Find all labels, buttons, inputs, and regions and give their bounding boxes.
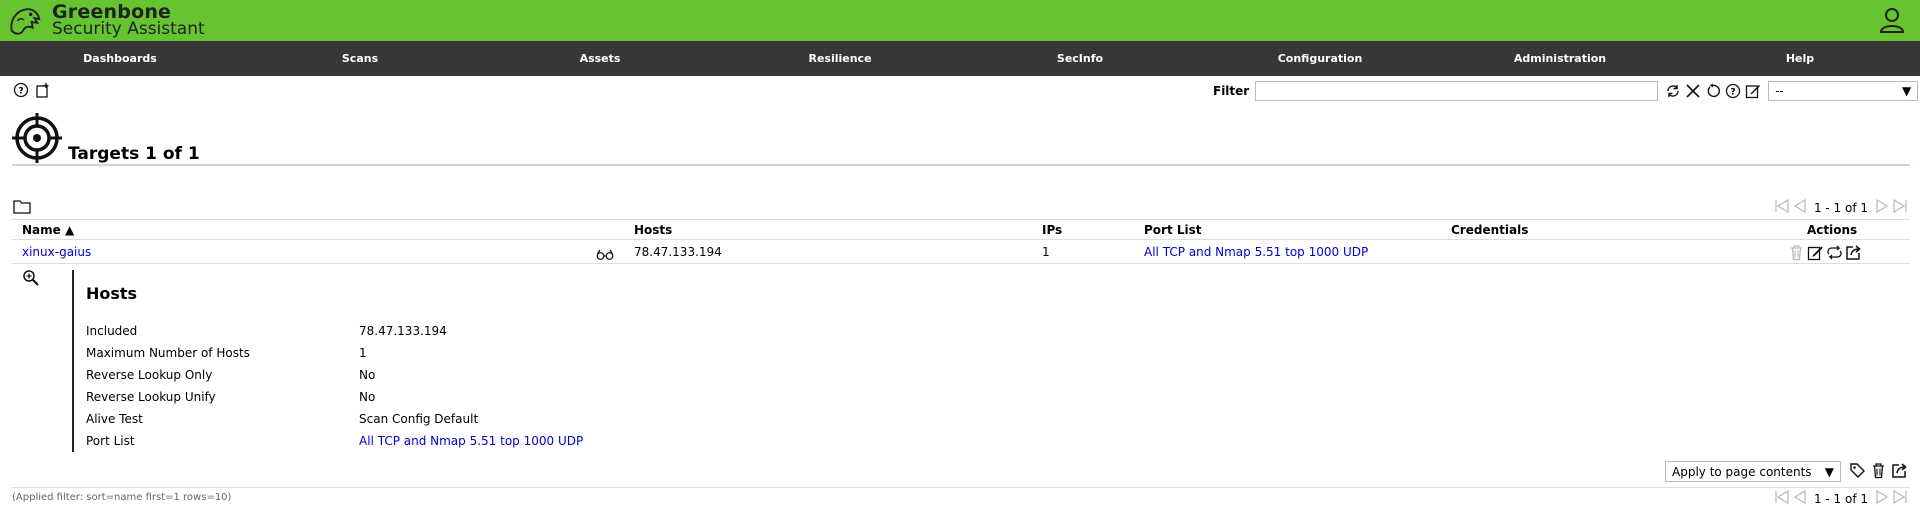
- table-row: xinux-gaius 78.47.133.194 1 All TCP and …: [12, 241, 1910, 264]
- detail-value: No: [359, 368, 376, 382]
- pagination-bottom: 1 - 1 of 1: [1774, 489, 1908, 506]
- pagination-text: 1 - 1 of 1: [1813, 200, 1868, 215]
- folder-icon[interactable]: [13, 198, 31, 214]
- first-page-icon[interactable]: [1774, 489, 1790, 506]
- bulk-trash-icon[interactable]: [1870, 462, 1887, 482]
- target-icon: [12, 113, 62, 166]
- next-page-icon[interactable]: [1874, 489, 1890, 506]
- nav-assets[interactable]: Assets: [480, 41, 720, 76]
- nav-help[interactable]: Help: [1680, 41, 1920, 76]
- nav-secinfo[interactable]: SecInfo: [960, 41, 1200, 76]
- bulk-apply-select[interactable]: Apply to page contents ▼: [1665, 461, 1841, 482]
- previous-page-icon[interactable]: [1792, 489, 1808, 506]
- last-page-icon[interactable]: [1892, 198, 1908, 217]
- column-header-name[interactable]: Name ▲: [22, 220, 74, 240]
- export-icon[interactable]: [1845, 244, 1862, 264]
- bulk-select-value: Apply to page contents: [1672, 464, 1812, 479]
- detail-label: Reverse Lookup Unify: [86, 390, 216, 404]
- previous-page-icon[interactable]: [1792, 198, 1808, 217]
- detail-port-list-link[interactable]: All TCP and Nmap 5.51 top 1000 UDP: [359, 430, 583, 452]
- greenbone-dragon-icon: [10, 7, 41, 35]
- filter-label: Filter: [1213, 84, 1250, 98]
- trash-icon[interactable]: [1788, 244, 1805, 264]
- chevron-down-icon: ▼: [1901, 84, 1912, 98]
- greenbone-logo[interactable]: Greenbone Security Assistant: [6, 0, 205, 41]
- reset-icon[interactable]: [1704, 82, 1722, 100]
- target-hosts: 78.47.133.194: [634, 245, 722, 259]
- bulk-actions: Apply to page contents ▼: [1665, 461, 1908, 482]
- detail-value: 78.47.133.194: [359, 324, 447, 338]
- bulk-export-icon[interactable]: [1891, 462, 1908, 482]
- detail-label: Port List: [86, 434, 135, 448]
- nav-resilience[interactable]: Resilience: [720, 41, 960, 76]
- details-divider: [72, 270, 74, 452]
- detail-label: Included: [86, 324, 138, 338]
- zoom-in-icon[interactable]: [22, 269, 40, 287]
- column-header-ips[interactable]: IPs: [1042, 220, 1062, 240]
- filter-select-value: --: [1775, 84, 1784, 98]
- title-divider: [12, 164, 1910, 166]
- help-icon[interactable]: ?: [12, 81, 30, 99]
- user-menu-icon[interactable]: [1878, 6, 1906, 34]
- filter-help-icon[interactable]: ?: [1724, 82, 1742, 100]
- page-title: Targets 1 of 1: [68, 144, 200, 164]
- nav-dashboards[interactable]: Dashboards: [0, 41, 240, 76]
- edit-icon[interactable]: [1807, 244, 1824, 264]
- column-header-port-list[interactable]: Port List: [1144, 220, 1202, 240]
- column-header-hosts[interactable]: Hosts: [634, 220, 672, 240]
- clone-icon[interactable]: [1826, 244, 1843, 264]
- first-page-icon[interactable]: [1774, 198, 1790, 217]
- svg-text:?: ?: [1731, 88, 1736, 98]
- pagination-top: 1 - 1 of 1: [1774, 198, 1908, 217]
- chevron-down-icon: ▼: [1824, 464, 1834, 479]
- page-toolbar: ?: [12, 81, 52, 99]
- edit-filter-icon[interactable]: [1744, 82, 1762, 100]
- svg-text:?: ?: [18, 87, 23, 97]
- detail-value: 1: [359, 346, 367, 360]
- port-list-link[interactable]: All TCP and Nmap 5.51 top 1000 UDP: [1144, 241, 1368, 264]
- detail-value: No: [359, 390, 376, 404]
- table-header: Name ▲ Hosts IPs Port List Credentials A…: [12, 219, 1910, 240]
- detail-value: Scan Config Default: [359, 412, 479, 426]
- nav-scans[interactable]: Scans: [240, 41, 480, 76]
- target-ips: 1: [1042, 245, 1050, 259]
- nav-administration[interactable]: Administration: [1440, 41, 1680, 76]
- footer-divider: [12, 487, 1910, 488]
- tag-icon[interactable]: [1849, 462, 1866, 482]
- new-target-icon[interactable]: [34, 81, 52, 99]
- clear-icon[interactable]: [1684, 82, 1702, 100]
- filter-input[interactable]: [1255, 81, 1659, 101]
- column-header-credentials[interactable]: Credentials: [1451, 220, 1528, 240]
- detail-label: Maximum Number of Hosts: [86, 346, 250, 360]
- brand-name: Greenbone: [52, 0, 172, 23]
- observer-glasses-icon: [596, 246, 614, 269]
- main-nav: Dashboards Scans Assets Resilience SecIn…: [0, 41, 1920, 76]
- detail-label: Alive Test: [86, 412, 143, 426]
- filter-bar: Filter ? -- ▼: [1213, 81, 1919, 101]
- page-header: Targets 1 of 1: [12, 113, 200, 166]
- pagination-text: 1 - 1 of 1: [1813, 491, 1868, 506]
- applied-filter-text: (Applied filter: sort=name first=1 rows=…: [12, 492, 232, 503]
- refresh-icon[interactable]: [1664, 82, 1682, 100]
- brand-subtitle: Security Assistant: [52, 18, 205, 39]
- filter-select[interactable]: -- ▼: [1768, 81, 1919, 101]
- target-name-link[interactable]: xinux-gaius: [22, 241, 91, 264]
- detail-label: Reverse Lookup Only: [86, 368, 213, 382]
- nav-configuration[interactable]: Configuration: [1200, 41, 1440, 76]
- details-title: Hosts: [86, 284, 138, 303]
- app-header: Greenbone Security Assistant: [0, 0, 1920, 41]
- row-actions: [1788, 244, 1862, 264]
- column-header-actions: Actions: [1807, 223, 1858, 237]
- next-page-icon[interactable]: [1874, 198, 1890, 217]
- last-page-icon[interactable]: [1892, 489, 1908, 506]
